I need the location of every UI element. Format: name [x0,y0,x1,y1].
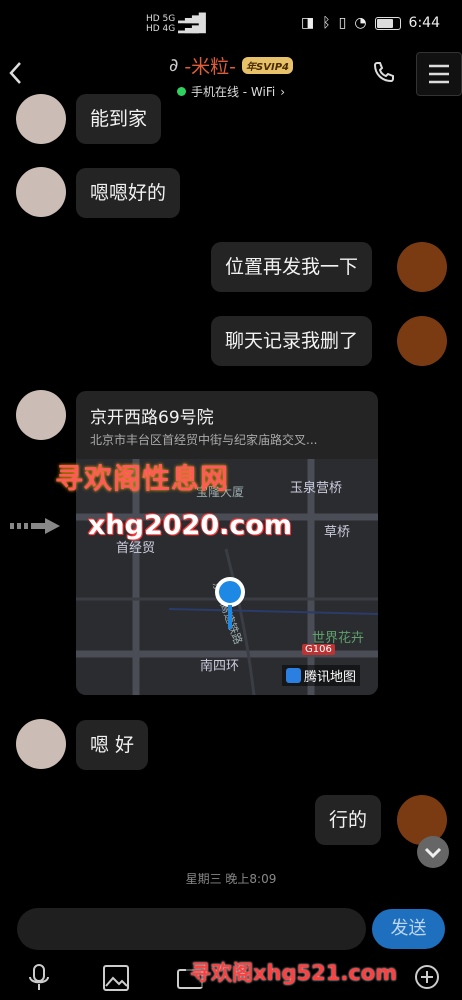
watermark-text: 寻欢阁性息网 [55,462,230,495]
watermark-bottom: 寻欢阁xhg521.com [186,957,402,987]
location-title: 京开西路69号院 [90,408,214,428]
location-pin-icon [215,577,245,607]
contact-avatar[interactable] [16,167,66,217]
arrow-icon [10,516,62,540]
vip-badge: 年SVIP4 [242,57,293,74]
image-button[interactable] [102,964,130,996]
message-bubble[interactable]: 行的 [315,795,382,845]
online-dot-icon [176,87,186,96]
contact-avatar[interactable] [16,94,66,144]
bluetooth-icon: ᛒ [322,15,331,31]
clock: 6:44 [408,15,440,31]
signal-indicators: HD 5G ▂▄▆█ HD 4G ▂▄▆█ [146,14,206,34]
vibrate-icon: ▯ [338,15,347,31]
add-more-button[interactable] [414,964,440,994]
voice-button[interactable] [28,964,50,996]
menu-button[interactable] [416,52,462,96]
status-bar: HD 5G ▂▄▆█ HD 4G ▂▄▆█ ◨ ᛒ ▯ ◔ 6:44 [0,0,462,50]
message-bubble[interactable]: 嗯 好 [76,720,149,770]
wifi-icon: ◔ [354,15,367,31]
tencent-map-icon [286,668,301,683]
contact-avatar[interactable] [16,719,66,769]
phone-call-button[interactable] [372,60,396,88]
highway-badge: G106 [302,644,335,655]
map-label: 草桥 [324,525,351,540]
send-button[interactable]: 发送 [372,909,445,949]
pin-stem [228,605,232,629]
watermark-url: xhg2020.com [88,510,293,541]
message-bubble[interactable]: 嗯嗯好的 [76,168,181,218]
hearing-icon: ∂ [169,55,179,76]
map-label: 玉泉营桥 [290,481,343,496]
contact-avatar[interactable] [16,390,66,440]
contact-name[interactable]: -米粒- [184,52,236,79]
status-icons: ◨ ᛒ ▯ ◔ 6:44 [301,15,440,31]
nfc-icon: ◨ [300,15,315,31]
my-avatar[interactable] [397,242,447,292]
my-avatar[interactable] [397,316,447,366]
scroll-to-bottom-button[interactable] [417,836,449,868]
tencent-map-logo: 腾讯地图 [282,665,361,686]
message-bubble[interactable]: 能到家 [76,94,162,144]
map-label: 南四环 [200,659,240,674]
chevron-right-icon: › [280,84,286,99]
message-bubble[interactable]: 聊天记录我删了 [211,316,373,366]
message-input[interactable] [17,908,366,950]
message-bubble[interactable]: 位置再发我一下 [211,242,373,292]
location-address: 北京市丰台区首经贸中街与纪家庙路交叉... [90,433,318,447]
message-timestamp: 星期三 晚上8:09 [185,872,277,886]
battery-icon [374,16,401,30]
location-card[interactable]: 京开西路69号院 北京市丰台区首经贸中街与纪家庙路交叉... 宝隆大厦 玉泉营桥… [76,391,378,695]
